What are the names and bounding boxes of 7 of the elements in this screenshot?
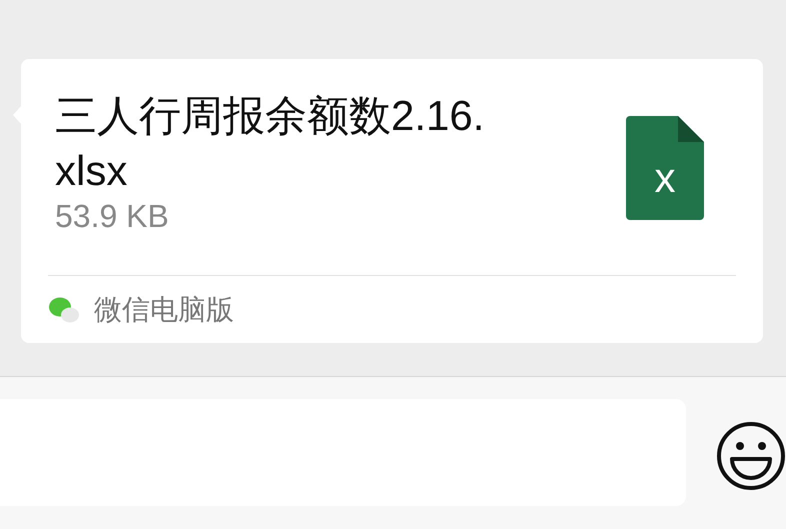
smiley-icon[interactable] — [716, 419, 786, 493]
spreadsheet-file-icon: x — [626, 116, 704, 220]
file-size: 53.9 KB — [55, 197, 170, 236]
file-name: 三人行周报余额数2.16.xlsx — [55, 91, 486, 196]
chat-bubbles-icon — [48, 296, 80, 324]
file-message-card[interactable]: 三人行周报余额数2.16.xlsx 53.9 KB x 微信电脑版 — [21, 59, 763, 343]
source-label: 微信电脑版 — [94, 292, 234, 326]
